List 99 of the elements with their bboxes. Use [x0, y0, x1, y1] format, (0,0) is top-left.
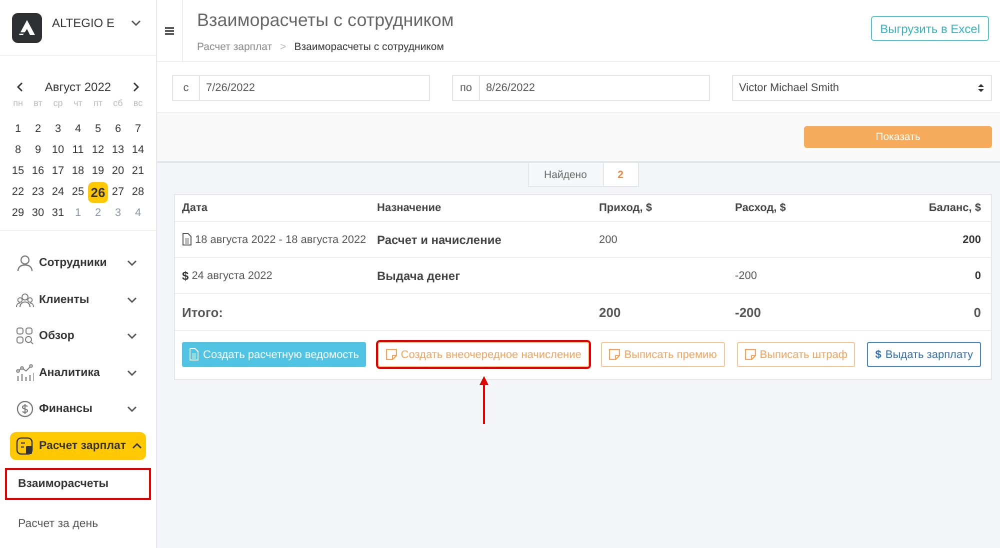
income-cell-text: 200: [599, 234, 618, 246]
calendar-day[interactable]: 16: [28, 163, 48, 180]
calendar-day[interactable]: 21: [128, 163, 148, 180]
menu-icon[interactable]: [165, 27, 174, 35]
column-header: Расход, $: [735, 202, 787, 214]
calendar-day[interactable]: 7: [128, 121, 148, 138]
calendar-day[interactable]: 13: [108, 142, 128, 160]
wallet-icon: [16, 436, 34, 454]
date-field[interactable]: по 8/26/2022: [452, 75, 710, 101]
sidebar-item[interactable]: Финансы: [10, 395, 146, 423]
breadcrumb-separator: >: [280, 41, 286, 53]
calendar-day[interactable]: 29: [8, 205, 28, 222]
balance-cell-text: 0: [974, 270, 981, 282]
sidebar-item[interactable]: Клиенты: [10, 286, 146, 314]
chevron-down-icon[interactable]: [130, 18, 142, 28]
weekday-label: чт: [72, 98, 84, 108]
calendar-day[interactable]: 11: [68, 142, 88, 160]
sidebar-subitem[interactable]: Расчет за день: [5, 508, 151, 540]
calendar-day[interactable]: 4: [68, 121, 88, 138]
calendar-day[interactable]: 5: [88, 121, 108, 138]
page-title: Взаиморасчеты с сотрудником: [197, 10, 455, 31]
calendar-day[interactable]: 30: [28, 205, 48, 222]
calendar-day[interactable]: 17: [48, 163, 68, 180]
chart-icon: [16, 364, 34, 382]
calendar-day[interactable]: 14: [128, 142, 148, 160]
date-cell: 18 августа 2022 - 18 августа 2022: [195, 234, 366, 246]
chevron-down-icon[interactable]: [126, 404, 138, 414]
sort-arrows-icon: [977, 83, 985, 93]
calendar-day[interactable]: 18: [68, 163, 88, 180]
expense-cell-text: -200: [735, 270, 758, 282]
purpose-cell-text: Расчет и начисление: [377, 232, 502, 246]
total-income: 200: [599, 304, 622, 320]
calendar-day[interactable]: 31: [48, 205, 68, 222]
calendar-day[interactable]: 1: [8, 121, 28, 138]
calendar-day[interactable]: 28: [128, 184, 148, 202]
person-icon: [16, 254, 34, 272]
calendar-day[interactable]: 22: [8, 184, 28, 202]
weekday-label: вт: [32, 98, 44, 108]
sidebar-item[interactable]: Аналитика: [10, 358, 146, 386]
note-icon: [744, 349, 756, 360]
chevron-down-icon[interactable]: [126, 294, 138, 304]
calendar-day[interactable]: 25: [68, 184, 88, 202]
chevron-down-icon[interactable]: [126, 258, 138, 268]
dollar-coin-icon: [16, 400, 34, 418]
total-label: Итого:: [182, 304, 224, 320]
calendar-day[interactable]: 8: [8, 142, 28, 160]
note-icon: [386, 349, 397, 360]
sidebar-item[interactable]: Сотрудники: [10, 249, 146, 277]
breadcrumb-current: Взаиморасчеты с сотрудником: [294, 41, 444, 53]
total-expense: -200: [735, 304, 762, 320]
calendar-day[interactable]: 20: [108, 163, 128, 180]
sidebar-item[interactable]: Обзор: [10, 322, 146, 350]
column-header: Приход, $: [599, 202, 654, 214]
sidebar-item[interactable]: Расчет зарплат: [10, 432, 146, 460]
company-name: ALTEGIO E: [52, 16, 116, 30]
weekday-label: сб: [112, 98, 124, 108]
dollar-sign: $: [182, 268, 189, 282]
people-icon: [16, 290, 34, 308]
date-cell: 24 августа 2022: [192, 270, 272, 282]
month-title: Август 2022: [44, 80, 112, 94]
weekday-label: ср: [52, 98, 64, 108]
next-icon[interactable]: [132, 82, 140, 92]
calendar-day[interactable]: 6: [108, 121, 128, 138]
calendar-day[interactable]: 12: [88, 142, 108, 160]
purpose-cell-text: Выдача денег: [377, 268, 462, 282]
document-icon: [189, 348, 199, 361]
total-balance: 0: [972, 304, 981, 320]
breadcrumb-link[interactable]: Расчет зарплат: [197, 41, 272, 53]
calendar-day[interactable]: 2: [28, 121, 48, 138]
employee-select[interactable]: Victor Michael Smith: [732, 75, 992, 101]
weekday-label: вс: [132, 98, 144, 108]
logo-icon: [12, 13, 42, 43]
document-icon: [182, 233, 192, 246]
calendar-day[interactable]: 23: [28, 184, 48, 202]
calendar-day[interactable]: 15: [8, 163, 28, 180]
calendar-day[interactable]: 10: [48, 142, 68, 160]
calendar-day[interactable]: 9: [28, 142, 48, 160]
balance-cell-text: 200: [962, 234, 981, 246]
found-count: 2: [604, 163, 638, 187]
note-icon: [609, 349, 620, 360]
date-field[interactable]: с 7/26/2022: [172, 75, 430, 101]
chevron-down-icon[interactable]: [126, 368, 138, 378]
calendar-day[interactable]: 26: [88, 182, 108, 204]
found-label: Найдено: [528, 163, 604, 187]
calendar-day[interactable]: 24: [48, 184, 68, 202]
weekday-label: пн: [12, 98, 24, 108]
previous-icon[interactable]: [16, 82, 24, 92]
column-header: Дата: [182, 202, 208, 214]
grid-search-icon: [16, 327, 34, 345]
weekday-label: пт: [92, 98, 104, 108]
calendar-day[interactable]: 3: [48, 121, 68, 138]
column-header: Назначение: [377, 202, 442, 214]
chevron-up-icon[interactable]: [131, 440, 144, 450]
sidebar-subitem[interactable]: Взаиморасчеты: [5, 468, 151, 500]
calendar-day[interactable]: 27: [108, 184, 128, 202]
column-header: Баланс, $: [928, 202, 981, 214]
chevron-down-icon[interactable]: [126, 331, 138, 341]
calendar-day[interactable]: 19: [88, 163, 108, 180]
pay-salary-button[interactable]: $ Выдать зарплату: [867, 342, 981, 367]
